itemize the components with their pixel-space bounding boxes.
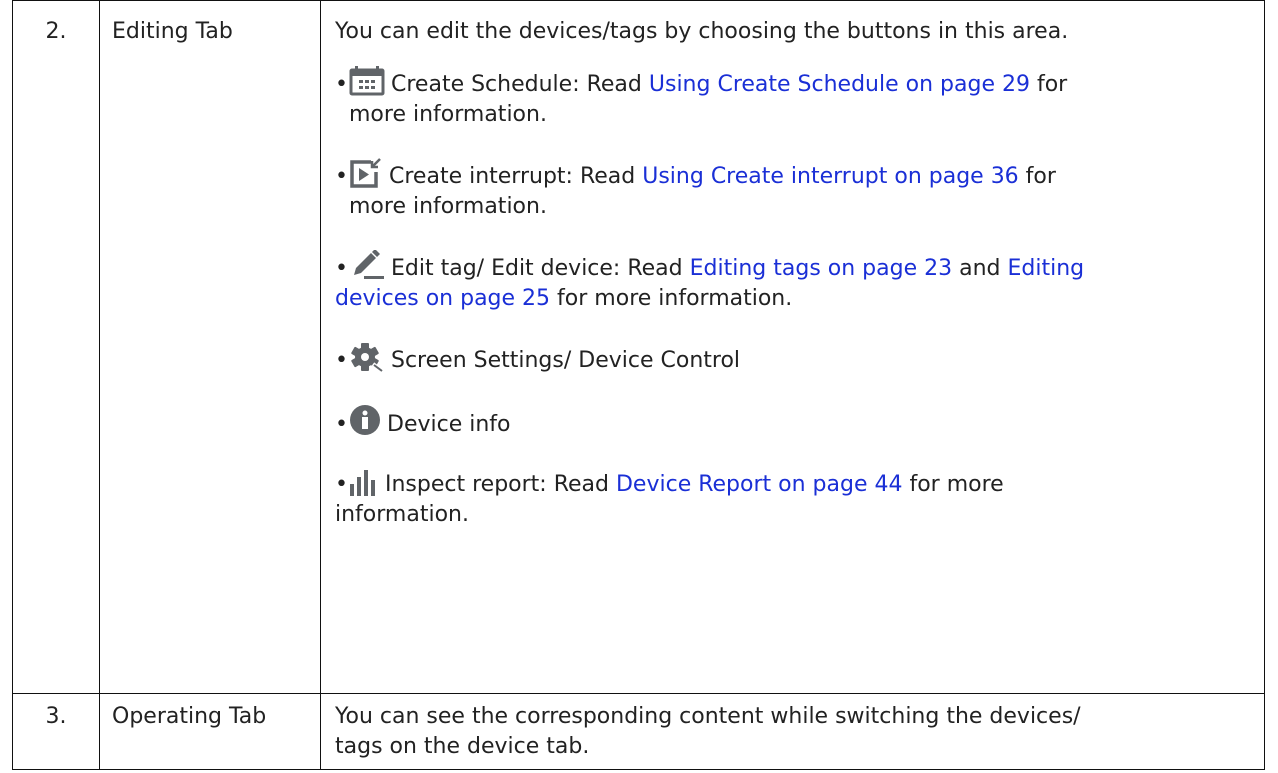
row-description: You can edit the devices/tags by choosin…	[320, 0, 1265, 694]
bullet: •	[335, 348, 348, 373]
item-suffix: for	[1029, 72, 1068, 97]
row-number: 2.	[12, 0, 100, 694]
bullet: •	[335, 164, 348, 189]
row-description: You can see the corresponding content wh…	[320, 693, 1265, 770]
link-editing-devices[interactable]: Editing	[1008, 256, 1085, 281]
button-list: • Create Schedule: Read Using Create Sch…	[335, 66, 1254, 530]
item-label: Edit tag/ Edit device: Read	[391, 256, 690, 281]
item-label: Device info	[387, 412, 511, 437]
item-continuation: more information.	[349, 194, 547, 219]
bullet: •	[335, 472, 348, 497]
link-editing-devices-cont[interactable]: devices on page 25	[335, 286, 550, 311]
list-item-create-interrupt: • Create interrupt: Read Using Create in…	[335, 158, 1254, 222]
link-editing-tags[interactable]: Editing tags on page 23	[690, 256, 952, 281]
pencil-icon	[349, 250, 385, 280]
item-continuation: information.	[335, 502, 469, 527]
interrupt-icon	[349, 158, 383, 188]
list-item-screen-settings: • Screen Settings/ Device Control	[335, 342, 1254, 376]
row-name: Editing Tab	[99, 0, 321, 694]
list-item-create-schedule: • Create Schedule: Read Using Create Sch…	[335, 66, 1254, 130]
table-row: 3. Operating Tab You can see the corresp…	[12, 693, 1265, 770]
item-label: Inspect report: Read	[385, 472, 616, 497]
item-label: Screen Settings/ Device Control	[391, 348, 741, 373]
item-label: Create interrupt: Read	[389, 164, 643, 189]
table-row: 2. Editing Tab You can edit the devices/…	[12, 0, 1265, 694]
description-line: tags on the device tab.	[335, 734, 590, 759]
list-item-device-info: • Device info	[335, 404, 1254, 440]
feature-table: 2. Editing Tab You can edit the devices/…	[12, 0, 1265, 770]
row-name: Operating Tab	[99, 693, 321, 770]
row-number: 3.	[12, 693, 100, 770]
list-item-edit-tag: • Edit tag/ Edit device: Read Editing ta…	[335, 250, 1254, 314]
item-suffix: for more information.	[550, 286, 793, 311]
intro-text: You can edit the devices/tags by choosin…	[335, 19, 1069, 44]
link-device-report[interactable]: Device Report on page 44	[616, 472, 902, 497]
item-suffix: for	[1018, 164, 1056, 189]
link-using-create-schedule[interactable]: Using Create Schedule on page 29	[649, 72, 1030, 97]
list-item-inspect-report: • Inspect report: Read Device Report on …	[335, 468, 1254, 530]
item-suffix: for more	[902, 472, 1004, 497]
bullet: •	[335, 412, 348, 437]
item-continuation: more information.	[349, 102, 547, 127]
description-line: You can see the corresponding content wh…	[335, 704, 1081, 729]
bullet: •	[335, 72, 348, 97]
gear-icon	[349, 342, 385, 372]
info-icon	[349, 404, 381, 436]
bar-chart-icon	[349, 468, 379, 496]
bullet: •	[335, 256, 348, 281]
item-connector: and	[952, 256, 1008, 281]
link-using-create-interrupt[interactable]: Using Create interrupt on page 36	[642, 164, 1018, 189]
item-label: Create Schedule: Read	[391, 72, 649, 97]
calendar-icon	[349, 66, 385, 96]
